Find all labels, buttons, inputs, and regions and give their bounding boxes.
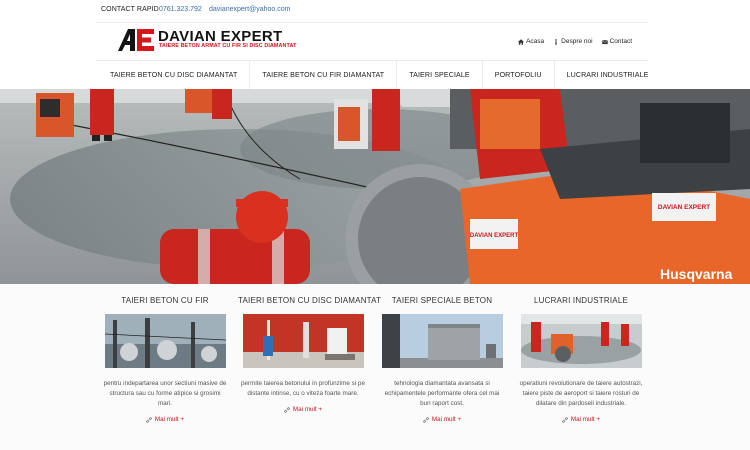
read-more-link[interactable]: Mai mult + xyxy=(146,416,184,423)
feature-image[interactable] xyxy=(242,314,364,368)
feature-description: pentru indepartarea unor sectiuni masive… xyxy=(103,380,227,407)
read-more-label: Mai mult + xyxy=(292,406,323,413)
nav-item-industriale[interactable]: LUCRARI INDUSTRIALE xyxy=(555,61,661,89)
header-menu-label: Acasa xyxy=(526,38,545,45)
header-menu-home[interactable]: Acasa xyxy=(518,38,544,45)
read-more-link[interactable]: Mai mult + xyxy=(562,416,600,423)
feature-description: permite taierea betonului in profunzime … xyxy=(241,380,365,397)
main-navigation: TAIERE BETON CU DISC DIAMANTAT TAIERE BE… xyxy=(96,61,661,89)
logo-tagline: TAIERE BETON ARMAT CU FIR SI DISC DIAMAN… xyxy=(159,43,297,49)
phone-link[interactable]: 0761.323.792 xyxy=(159,6,202,13)
link-icon xyxy=(423,416,429,423)
feature-card: TAIERI SPECIALE BETON tehnologia diamant… xyxy=(377,296,507,428)
hero-banner: DAVIAN EXPERT DAVIAN EXPERT Husqvarna xyxy=(0,89,750,284)
hero-photo: DAVIAN EXPERT DAVIAN EXPERT Husqvarna xyxy=(0,89,750,284)
nav-item-fir[interactable]: TAIERE BETON CU FIR DIAMANTAT xyxy=(250,61,398,89)
nav-item-portofoliu[interactable]: PORTOFOLIU xyxy=(483,61,555,89)
top-contact-bar: CONTACT RAPID 0761.323.792 davianexpert@… xyxy=(0,0,750,22)
feature-card: LUCRARI INDUSTRIALE operatiuni revolutio… xyxy=(516,296,646,428)
feature-title: TAIERI SPECIALE BETON xyxy=(391,296,493,305)
read-more-label: Mai mult + xyxy=(431,416,462,423)
home-icon xyxy=(518,38,525,45)
envelope-icon xyxy=(601,39,608,44)
header-menu-label: Despre noi xyxy=(561,38,593,45)
divider xyxy=(96,22,648,23)
site-logo[interactable]: DAVIAN EXPERT TAIERE BETON ARMAT CU FIR … xyxy=(118,27,296,55)
nav-item-speciale[interactable]: TAIERI SPECIALE xyxy=(397,61,483,89)
sticker-text: DAVIAN EXPERT xyxy=(470,233,519,239)
link-icon xyxy=(562,416,568,423)
feature-title: TAIERI BETON CU DISC DIAMANTAT xyxy=(238,296,382,305)
feature-card: TAIERI BETON CU FIR pentru indepartarea … xyxy=(100,296,230,428)
feature-description: tehnologia diamantata avansata si echipa… xyxy=(384,380,500,407)
feature-title: LUCRARI INDUSTRIALE xyxy=(533,296,629,305)
email-link[interactable]: davianexpert@yahoo.com xyxy=(209,6,290,13)
header-menu-about[interactable]: Despre noi xyxy=(553,38,593,45)
nav-item-disc[interactable]: TAIERE BETON CU DISC DIAMANTAT xyxy=(96,61,251,89)
features-section: TAIERI BETON CU FIR pentru indepartarea … xyxy=(0,284,750,450)
link-icon xyxy=(146,416,152,423)
link-icon xyxy=(284,406,290,413)
read-more-link[interactable]: Mai mult + xyxy=(284,406,322,413)
machine-brand: Husqvarna xyxy=(660,266,733,282)
sticker-text: DAVIAN EXPERT xyxy=(658,204,710,211)
contact-label: CONTACT RAPID xyxy=(101,6,159,13)
logo-mark-icon xyxy=(118,29,154,51)
feature-title: TAIERI BETON CU FIR xyxy=(121,296,209,305)
read-more-label: Mai mult + xyxy=(570,416,601,423)
header-menu: Acasa Despre noi Contact xyxy=(518,38,632,45)
header-menu-label: Contact xyxy=(609,38,632,45)
read-more-link[interactable]: Mai mult + xyxy=(423,416,461,423)
feature-description: operatiuni revolutionare de taiere autos… xyxy=(519,380,643,407)
info-icon xyxy=(555,38,557,45)
feature-image[interactable] xyxy=(381,314,503,368)
read-more-label: Mai mult + xyxy=(154,416,185,423)
feature-image[interactable] xyxy=(520,314,642,368)
header-menu-contact[interactable]: Contact xyxy=(601,38,632,45)
feature-card: TAIERI BETON CU DISC DIAMANTAT permite t… xyxy=(238,296,382,418)
feature-image[interactable] xyxy=(104,314,226,368)
